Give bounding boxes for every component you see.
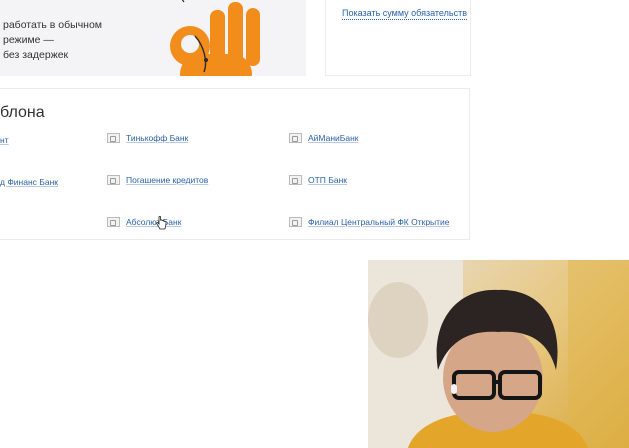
broken-image-icon <box>107 217 120 227</box>
bank-link-otp[interactable]: ОТП Банк <box>289 175 347 185</box>
promo-text: работать в обычном режиме — без задержек <box>3 19 103 61</box>
banks-section-title: блона <box>0 104 45 121</box>
show-obligations-link[interactable]: Показать сумму обязательств <box>342 8 467 20</box>
bank-link-aimoney[interactable]: АйМаниБанк <box>289 133 358 143</box>
bank-link-loan-repayment[interactable]: Погашение кредитов <box>107 175 208 185</box>
broken-image-icon <box>289 175 302 185</box>
promo-banner: работать в обычном режиме — без задержек <box>0 0 306 76</box>
webcam-overlay <box>368 260 629 448</box>
bank-link-absolut[interactable]: Абсолют Банк <box>107 217 181 227</box>
broken-image-icon <box>107 133 120 143</box>
ok-hand-icon <box>170 0 260 76</box>
broken-image-icon <box>289 217 302 227</box>
bank-link[interactable]: нт <box>0 135 9 145</box>
obligations-panel: Показать сумму обязательств <box>325 0 471 76</box>
bank-link-otkritie[interactable]: Филиал Центральный ФК Открытие <box>289 217 450 227</box>
broken-image-icon <box>289 133 302 143</box>
bank-link[interactable]: д Финанс Банк <box>0 177 58 187</box>
bank-link-tinkoff[interactable]: Тинькофф Банк <box>107 133 188 143</box>
broken-image-icon <box>107 175 120 185</box>
webcam-person-image <box>368 260 629 448</box>
hand-cursor-icon <box>156 216 167 230</box>
